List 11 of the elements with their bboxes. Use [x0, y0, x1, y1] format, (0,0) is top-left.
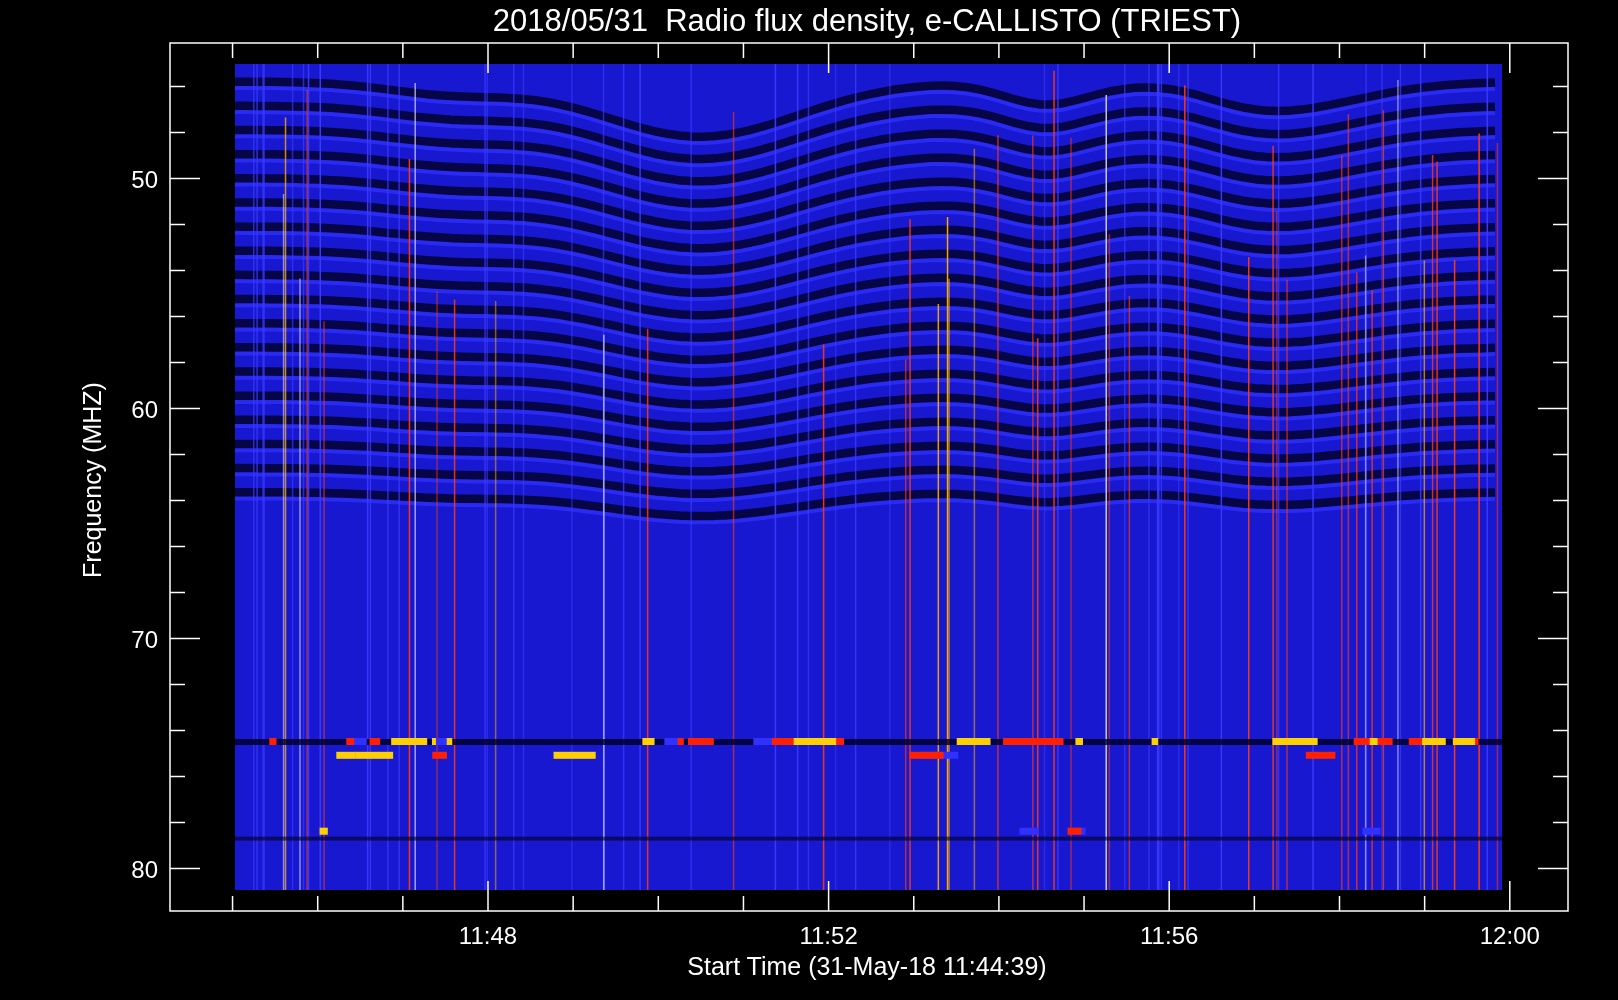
- y-tick-label: 80: [131, 855, 158, 883]
- y-axis-label: Frequency (MHZ): [78, 382, 106, 578]
- y-tick-label: 60: [131, 395, 158, 423]
- y-tick-label: 70: [131, 625, 158, 653]
- x-tick-label: 11:52: [799, 922, 858, 949]
- chart-title: 2018/05/31 Radio flux density, e-CALLISTO (TRIEST): [492, 3, 1242, 38]
- x-axis-label: Start Time (31-May-18 11:44:39): [687, 952, 1047, 980]
- y-tick-label: 50: [131, 165, 158, 193]
- x-tick-label: 11:48: [458, 922, 518, 949]
- x-tick-label: 12:00: [1479, 922, 1540, 949]
- x-tick-label: 11:56: [1140, 922, 1199, 949]
